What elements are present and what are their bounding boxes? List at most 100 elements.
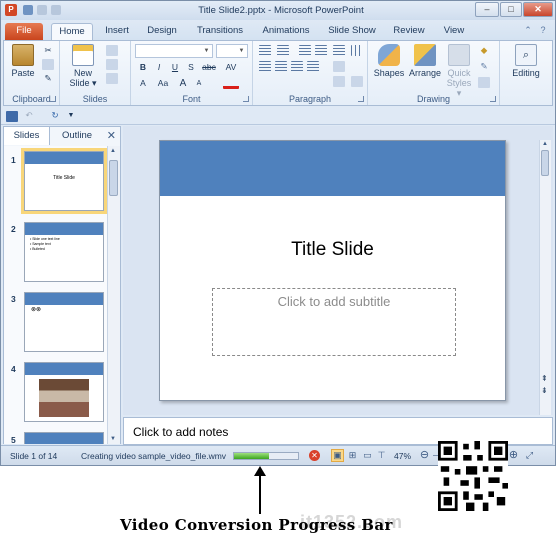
fit-to-window-icon[interactable]: ⤢: [523, 449, 536, 462]
maximize-button[interactable]: □: [500, 2, 522, 17]
paragraph-launcher-icon[interactable]: [358, 96, 364, 102]
title-bar: P Title Slide2.pptx - Microsoft PowerPoi…: [1, 1, 555, 20]
font-launcher-icon[interactable]: [243, 96, 249, 102]
customize-qat-icon[interactable]: ▼: [65, 110, 77, 121]
slide-scrollbar[interactable]: ▲ ⇞ ⇟: [539, 140, 551, 415]
tab-animations[interactable]: Animations: [257, 23, 315, 40]
slide-thumbnail[interactable]: ⊗⊗: [24, 292, 104, 352]
slide-thumbnail[interactable]: • Slide one text line • Sample text • Bu…: [24, 222, 104, 282]
columns-icon[interactable]: [351, 45, 363, 56]
current-slide[interactable]: Title Slide Click to add subtitle: [159, 140, 506, 401]
scroll-thumb[interactable]: [109, 160, 118, 196]
copy-icon[interactable]: [42, 59, 54, 70]
arrange-label: Arrange: [408, 68, 442, 78]
subtitle-placeholder[interactable]: Click to add subtitle: [212, 288, 456, 356]
line-spacing-icon[interactable]: [333, 45, 345, 56]
bullets-icon[interactable]: [259, 45, 271, 56]
minimize-button[interactable]: –: [475, 2, 499, 17]
align-right-icon[interactable]: [291, 61, 303, 72]
cancel-export-icon[interactable]: ✕: [309, 450, 320, 461]
scroll-down-icon[interactable]: ▼: [110, 436, 116, 442]
shape-fill-icon[interactable]: ◆: [478, 45, 490, 56]
slide-sorter-icon[interactable]: ⊞: [346, 449, 359, 462]
strikethrough-button[interactable]: abc: [201, 62, 217, 73]
align-text-icon[interactable]: [333, 76, 345, 87]
scroll-up-icon[interactable]: ▲: [542, 141, 548, 147]
reading-view-icon[interactable]: ▭: [361, 449, 374, 462]
powerpoint-app-icon[interactable]: P: [5, 4, 17, 16]
zoom-in-icon[interactable]: ⊕: [507, 449, 520, 462]
slide-show-icon[interactable]: ⊤: [375, 449, 388, 462]
zoom-out-icon[interactable]: ⊖: [418, 449, 431, 462]
tab-design[interactable]: Design: [141, 23, 183, 40]
font-name-combo[interactable]: ▼: [135, 44, 213, 58]
increase-indent-icon[interactable]: [315, 45, 327, 56]
minimize-ribbon-icon[interactable]: ⌃: [523, 25, 533, 35]
slide-thumbnail[interactable]: [24, 362, 104, 422]
bold-button[interactable]: B: [137, 62, 149, 73]
editing-button[interactable]: ⌕ Editing: [504, 44, 548, 78]
drawing-launcher-icon[interactable]: [490, 96, 496, 102]
cut-icon[interactable]: ✂: [42, 45, 54, 56]
character-spacing-button[interactable]: AV: [223, 62, 239, 73]
slide-thumbnail[interactable]: Title Slide: [24, 151, 104, 211]
smartart-icon[interactable]: [351, 76, 363, 87]
shapes-button[interactable]: Shapes: [371, 44, 407, 78]
underline-button[interactable]: U: [169, 62, 181, 73]
shape-effects-icon[interactable]: [478, 77, 490, 88]
align-center-icon[interactable]: [275, 61, 287, 72]
justify-icon[interactable]: [307, 61, 319, 72]
tab-insert[interactable]: Insert: [98, 23, 136, 40]
decrease-indent-icon[interactable]: [299, 45, 311, 56]
tab-file[interactable]: File: [5, 23, 43, 40]
normal-view-icon[interactable]: ▣: [331, 449, 344, 462]
decrease-font-button[interactable]: A: [193, 78, 205, 89]
scroll-up-icon[interactable]: ▲: [110, 148, 116, 154]
tab-home[interactable]: Home: [51, 23, 93, 40]
layout-icon[interactable]: [106, 45, 118, 56]
close-pane-icon[interactable]: ✕: [107, 129, 116, 142]
tab-slides[interactable]: Slides: [4, 127, 50, 145]
reset-icon[interactable]: [106, 59, 118, 70]
tab-view[interactable]: View: [437, 23, 471, 40]
slide-thumbnail[interactable]: [24, 432, 104, 444]
section-icon[interactable]: [106, 73, 118, 84]
save-qat-icon[interactable]: [6, 111, 18, 122]
text-direction-icon[interactable]: [333, 61, 345, 72]
redo-icon[interactable]: [51, 5, 61, 15]
font-size-combo[interactable]: ▼: [216, 44, 248, 58]
undo-icon[interactable]: [37, 5, 47, 15]
shape-outline-icon[interactable]: ✎: [478, 61, 490, 72]
arrange-button[interactable]: Arrange: [406, 44, 444, 78]
undo-qat-icon[interactable]: ↶: [23, 110, 35, 121]
new-slide-button[interactable]: New Slide ▾: [66, 44, 100, 89]
help-icon[interactable]: ?: [538, 25, 548, 35]
change-case-button[interactable]: Aa: [155, 78, 171, 89]
scroll-thumb[interactable]: [541, 150, 549, 176]
format-painter-icon[interactable]: ✎: [42, 73, 54, 84]
next-slide-icon[interactable]: ⇟: [541, 387, 548, 395]
tab-transitions[interactable]: Transitions: [191, 23, 249, 40]
save-icon[interactable]: [23, 5, 33, 15]
paste-button[interactable]: Paste: [7, 44, 39, 78]
italic-button[interactable]: I: [153, 62, 165, 73]
previous-slide-icon[interactable]: ⇞: [541, 375, 548, 383]
numbering-icon[interactable]: [277, 45, 289, 56]
align-left-icon[interactable]: [259, 61, 271, 72]
increase-font-button[interactable]: A: [177, 78, 189, 89]
tab-outline[interactable]: Outline: [52, 127, 102, 145]
tab-review[interactable]: Review: [387, 23, 431, 40]
font-color-icon[interactable]: [223, 78, 239, 89]
clipboard-launcher-icon[interactable]: [50, 96, 56, 102]
slide-indicator: Slide 1 of 14: [10, 451, 58, 461]
repeat-qat-icon[interactable]: ↻: [49, 110, 61, 121]
zoom-level[interactable]: 47%: [394, 451, 411, 461]
quick-styles-button[interactable]: Quick Styles ▾: [444, 44, 474, 99]
slide-title[interactable]: Title Slide: [160, 239, 505, 261]
thumbnail-header: [25, 433, 103, 444]
tab-slide-show[interactable]: Slide Show: [324, 23, 380, 40]
close-button[interactable]: ✕: [523, 2, 553, 17]
grow-font-button[interactable]: A: [137, 78, 149, 89]
shadow-button[interactable]: S: [185, 62, 197, 73]
thumbnail-scrollbar[interactable]: ▲ ▼: [107, 146, 120, 444]
